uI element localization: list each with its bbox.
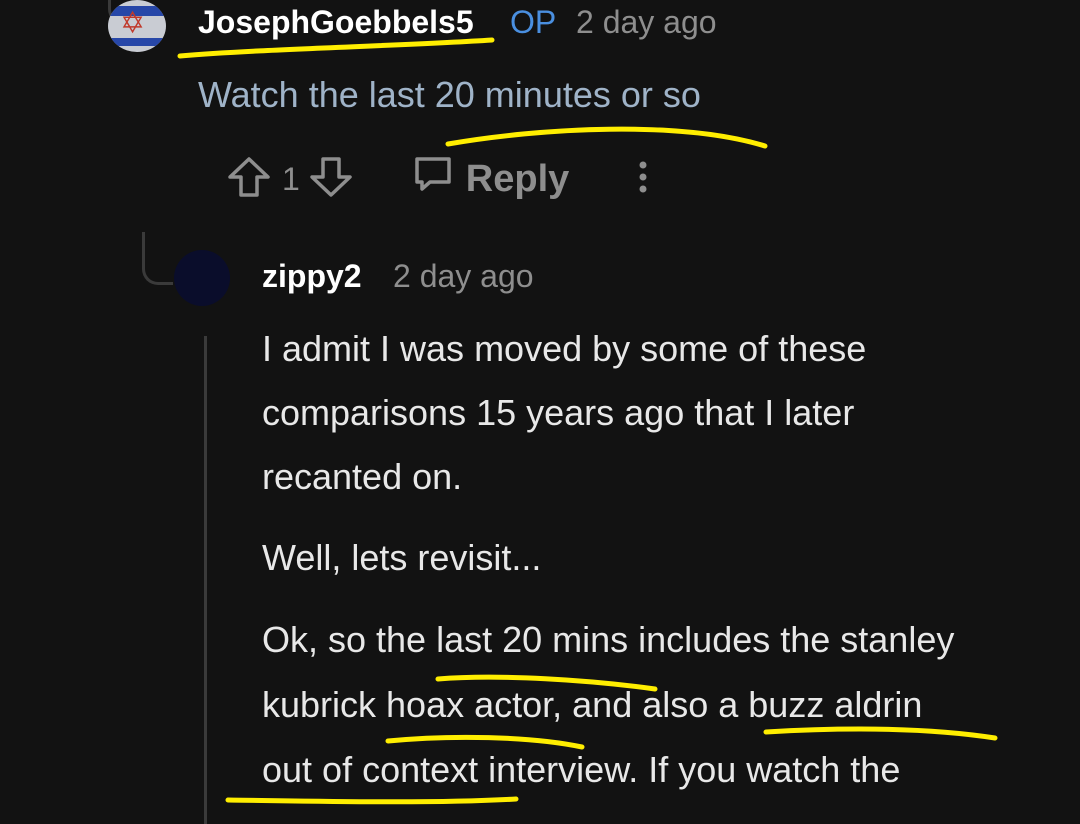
username[interactable]: zippy2	[262, 258, 362, 295]
star-icon: ✡	[120, 7, 146, 40]
reply-label: Reply	[465, 157, 570, 200]
arrow-up-icon[interactable]	[226, 155, 272, 204]
comment-body: Watch the last 20 minutes or so	[198, 74, 701, 115]
comment-line: recanted on.	[262, 456, 463, 497]
highlight-underline	[445, 126, 768, 149]
comment-actions: 1 Reply	[226, 156, 649, 202]
vertical-dots-icon[interactable]	[637, 159, 649, 200]
avatar[interactable]	[174, 250, 230, 306]
thread-connector	[142, 232, 173, 285]
vote-count: 1	[282, 160, 300, 197]
arrow-down-icon[interactable]	[308, 155, 354, 204]
thread-line[interactable]	[204, 336, 207, 824]
timestamp: 2 day ago	[393, 258, 534, 294]
comment-line: comparisons 15 years ago that I later	[262, 392, 855, 433]
username[interactable]: JosephGoebbels5	[198, 4, 474, 41]
comment-line: out of context interview. If you watch t…	[262, 749, 901, 790]
highlight-underline	[177, 37, 495, 59]
timestamp: 2 day ago	[576, 4, 717, 40]
reply-button[interactable]: Reply	[412, 154, 569, 204]
op-badge: OP	[510, 4, 557, 40]
comment-line: Ok, so the last 20 mins includes the sta…	[262, 619, 955, 660]
comment-line: kubrick hoax actor, and also a buzz aldr…	[262, 684, 923, 725]
speech-bubble-icon	[412, 154, 466, 204]
comment-line: I admit I was moved by some of these	[262, 328, 867, 369]
avatar[interactable]: ✡	[108, 0, 166, 52]
comment-line: Well, lets revisit...	[262, 537, 542, 578]
